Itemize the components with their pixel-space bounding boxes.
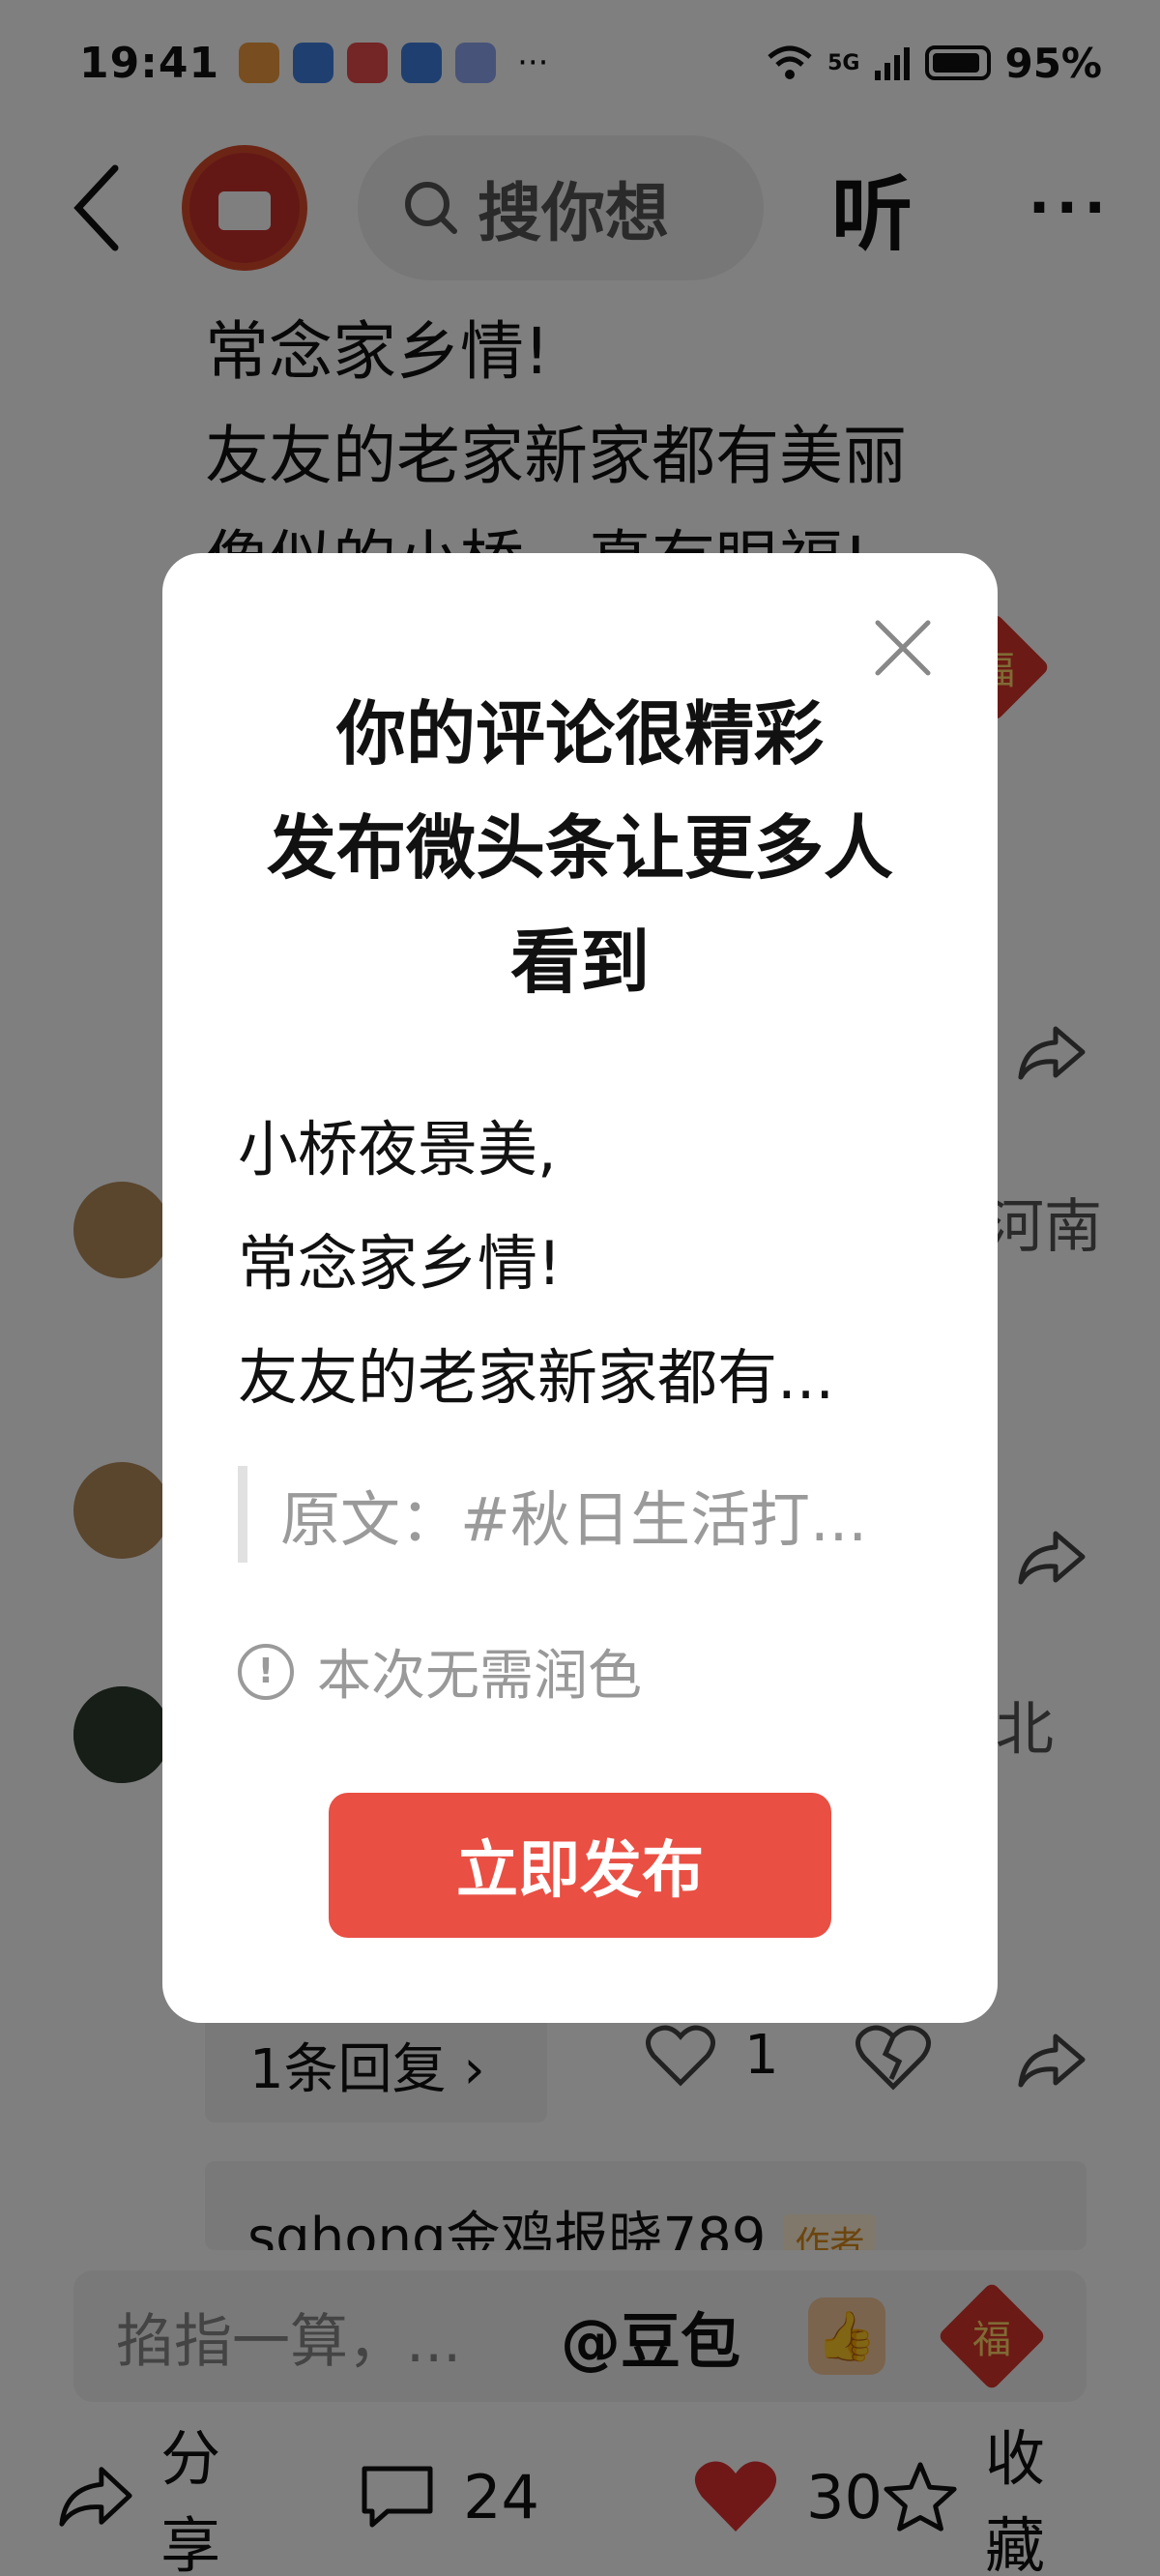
preview-line: 小桥夜景美, xyxy=(238,1114,557,1185)
original-post-quote: 原文：#秋日生活打... xyxy=(238,1466,914,1563)
publish-dialog: 你的评论很精彩 发布微头条让更多人 看到 小桥夜景美, 常念家乡情! 友友的老家… xyxy=(162,553,998,2023)
preview-line: 常念家乡情! xyxy=(238,1228,562,1299)
close-icon[interactable] xyxy=(872,617,934,679)
polish-hint: ! 本次无需润色 xyxy=(238,1632,642,1711)
preview-line: 友友的老家新家都有... xyxy=(238,1342,835,1413)
info-icon: ! xyxy=(238,1643,294,1700)
comment-preview: 小桥夜景美, 常念家乡情! 友友的老家新家都有... xyxy=(238,1093,914,1435)
dialog-title: 你的评论很精彩 发布微头条让更多人 看到 xyxy=(266,693,893,1003)
publish-now-button[interactable]: 立即发布 xyxy=(329,1793,831,1938)
hint-text: 本次无需润色 xyxy=(317,1645,642,1708)
